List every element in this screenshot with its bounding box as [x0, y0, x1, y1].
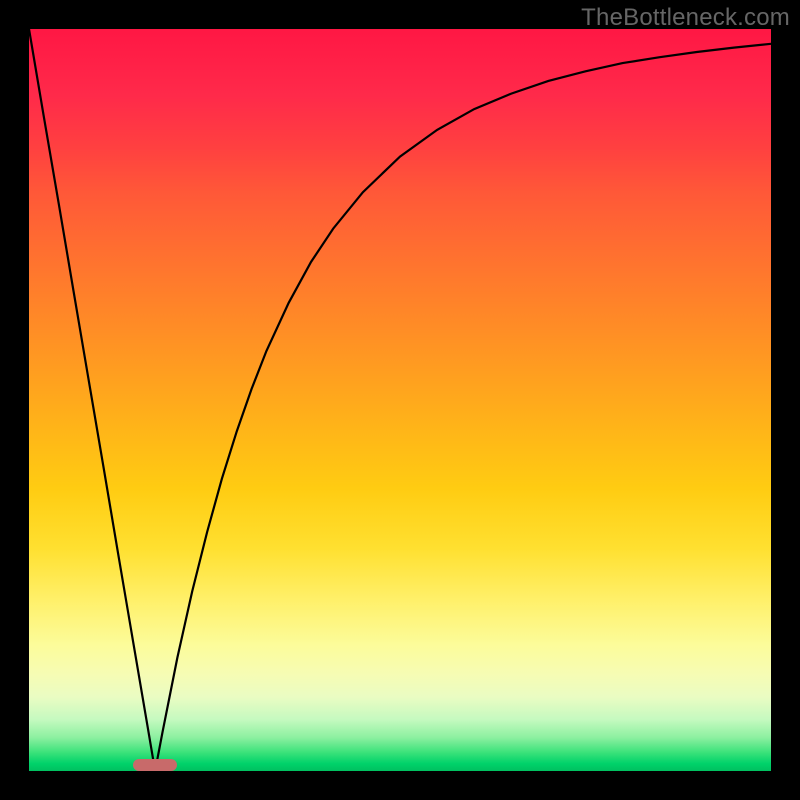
bottleneck-curve: [29, 29, 771, 771]
plot-area: [29, 29, 771, 771]
chart-frame: TheBottleneck.com: [0, 0, 800, 800]
optimal-marker: [133, 759, 178, 771]
watermark-text: TheBottleneck.com: [581, 4, 790, 32]
curve-line: [29, 29, 771, 771]
